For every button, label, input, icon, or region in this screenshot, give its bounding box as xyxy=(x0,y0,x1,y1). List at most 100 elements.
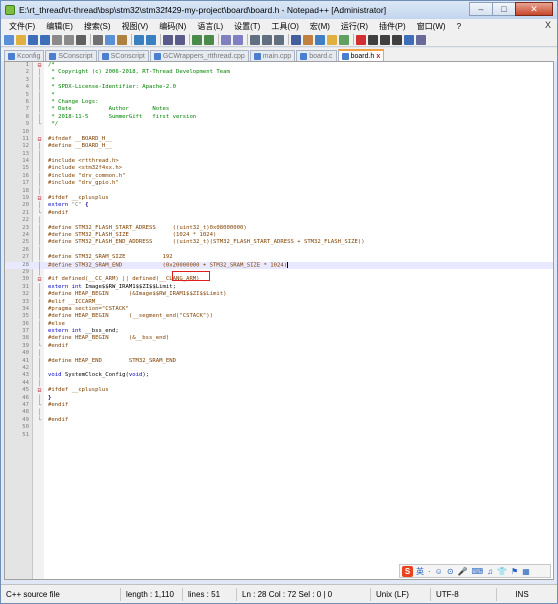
record-icon[interactable] xyxy=(356,34,366,45)
code-editor[interactable]: 1 ⊟/* 2 │ * Copyright (c) 2006-2018, RT-Thr… xyxy=(4,61,554,580)
print-icon[interactable] xyxy=(76,34,86,45)
close-icon[interactable] xyxy=(52,34,62,45)
menu-macro[interactable]: 宏(M) xyxy=(310,21,330,32)
play-multi-icon[interactable] xyxy=(392,34,402,45)
code-line[interactable]: 39 └ #endif xyxy=(5,343,553,350)
code-line[interactable]: 40 │ xyxy=(5,350,553,357)
code-line[interactable]: 12 │ #define __BOARD_H__ xyxy=(5,143,553,150)
ime-item[interactable]: 🎤 xyxy=(458,567,468,576)
code-line[interactable]: 25 │ #define STM32_FLASH_END_ADDRESS ((uin… xyxy=(5,239,553,246)
menu-language[interactable]: 语言(L) xyxy=(197,21,223,32)
zoom-out-icon[interactable] xyxy=(204,34,214,45)
code-line[interactable]: 29 │ xyxy=(5,269,553,276)
redo-icon[interactable] xyxy=(146,34,156,45)
code-line[interactable]: 51 xyxy=(5,432,553,439)
title-bar[interactable]: E:\rt_thread\rt-thread\bsp\stm32\stm32f4… xyxy=(1,1,557,19)
code-line[interactable]: 46 │} xyxy=(5,395,553,402)
close-document-icon[interactable]: X xyxy=(545,20,551,30)
ime-item[interactable]: 英 xyxy=(416,566,424,577)
save-all-icon[interactable] xyxy=(40,34,50,45)
code-line[interactable]: 1 ⊟/* xyxy=(5,62,553,69)
spell-icon[interactable] xyxy=(416,34,426,45)
tab-gcwrappers[interactable]: GCWrappers_rtthread.cpp xyxy=(149,50,249,61)
code-line[interactable]: 20 │ extern "C" { xyxy=(5,202,553,209)
folder-workspace-icon[interactable] xyxy=(327,34,337,45)
save-macro-icon[interactable] xyxy=(404,34,414,45)
code-line[interactable]: 34 │ #pragma section="CSTACK" xyxy=(5,306,553,313)
tab-main-cpp[interactable]: main.cpp xyxy=(249,50,296,61)
menu-search[interactable]: 搜索(S) xyxy=(84,21,111,32)
code-line[interactable]: 32 │ #define HEAP_BEGIN (&Image$$RW_IRAM1$… xyxy=(5,291,553,298)
paste-icon[interactable] xyxy=(117,34,127,45)
code-line[interactable]: 30 ⊟ #if defined(__CC_ARM) || defined(__CL… xyxy=(5,276,553,283)
code-line[interactable]: 18 │ xyxy=(5,188,553,195)
ime-item[interactable]: ♫ xyxy=(487,567,493,576)
replace-icon[interactable] xyxy=(175,34,185,45)
word-wrap-icon[interactable] xyxy=(250,34,260,45)
code-line[interactable]: 21 └ #endif xyxy=(5,210,553,217)
code-line[interactable]: 35 │ #define HEAP_BEGIN (__segment_end("CS… xyxy=(5,313,553,320)
code-line[interactable]: 15 │ #include <stm32f4xx.h> xyxy=(5,165,553,172)
cut-icon[interactable] xyxy=(93,34,103,45)
code-line[interactable]: 28 │ #define STM32_SRAM_END (0x20000000 + … xyxy=(5,261,553,269)
code-line[interactable]: 38 │ #define HEAP_BEGIN (&__bss_end) xyxy=(5,335,553,342)
tab-sconscript-1[interactable]: SConscript xyxy=(45,50,97,61)
play-icon[interactable] xyxy=(380,34,390,45)
code-line[interactable]: 9 └ */ xyxy=(5,121,553,128)
menu-window[interactable]: 窗口(W) xyxy=(417,21,446,32)
code-line[interactable]: 5 │ * xyxy=(5,92,553,99)
code-line[interactable]: 4 │ * SPDX-License-Identifier: Apache-2.0 xyxy=(5,84,553,91)
maximize-button[interactable]: □ xyxy=(492,2,516,16)
minimize-button[interactable]: – xyxy=(469,2,493,16)
fold-toggle-icon[interactable]: ⊟ xyxy=(36,276,43,283)
code-line[interactable]: 16 │ #include "drv_common.h" xyxy=(5,173,553,180)
code-line[interactable]: 23 │ #define STM32_FLASH_START_ADRESS ((ui… xyxy=(5,225,553,232)
ime-item[interactable]: · xyxy=(428,567,431,576)
ime-item[interactable]: ▦ xyxy=(522,567,530,576)
code-line[interactable]: 36 │ #else xyxy=(5,321,553,328)
code-line[interactable]: 44 │ xyxy=(5,380,553,387)
func-list-icon[interactable] xyxy=(315,34,325,45)
ime-item[interactable]: ☺ xyxy=(435,567,443,576)
menu-run[interactable]: 运行(R) xyxy=(341,21,368,32)
menu-file[interactable]: 文件(F) xyxy=(9,21,35,32)
code-line[interactable]: 17 │ #include "drv_gpio.h" xyxy=(5,180,553,187)
code-line[interactable]: 2 │ * Copyright (c) 2006-2018, RT-Thread … xyxy=(5,69,553,76)
code-line[interactable]: 43 │ void SystemClock_Config(void); xyxy=(5,372,553,379)
tab-board-h[interactable]: board.h x xyxy=(337,49,385,61)
menu-settings[interactable]: 设置(T) xyxy=(234,21,260,32)
tab-kconfig[interactable]: Kconfig xyxy=(4,50,45,61)
all-chars-icon[interactable] xyxy=(262,34,272,45)
code-line[interactable]: 11 ⊟ #ifndef __BOARD_H__ xyxy=(5,136,553,143)
code-line[interactable]: 42 │ xyxy=(5,365,553,372)
new-file-icon[interactable] xyxy=(4,34,14,45)
ime-item[interactable]: 👕 xyxy=(497,567,507,576)
sync-h-icon[interactable] xyxy=(233,34,243,45)
close-tab-icon[interactable]: x xyxy=(376,53,380,60)
code-line[interactable]: 22 │ xyxy=(5,217,553,224)
open-file-icon[interactable] xyxy=(16,34,26,45)
code-line[interactable]: 19 ⊟ #ifdef __cplusplus xyxy=(5,195,553,202)
copy-icon[interactable] xyxy=(105,34,115,45)
menu-plugins[interactable]: 插件(P) xyxy=(379,21,406,32)
menu-edit[interactable]: 编辑(E) xyxy=(46,21,73,32)
close-all-icon[interactable] xyxy=(64,34,74,45)
find-icon[interactable] xyxy=(163,34,173,45)
menu-tools[interactable]: 工具(O) xyxy=(271,21,299,32)
ime-item[interactable]: ⌨ xyxy=(472,567,484,576)
code-line[interactable]: 27 │ #define STM32_SRAM_SIZE 192 xyxy=(5,254,553,261)
code-line[interactable]: 14 │ #include <rtthread.h> xyxy=(5,158,553,165)
code-line[interactable]: 48 │ xyxy=(5,409,553,416)
code-line[interactable]: 47 └ #endif xyxy=(5,402,553,409)
stop-icon[interactable] xyxy=(368,34,378,45)
tab-board-c[interactable]: board.c xyxy=(296,50,337,61)
ime-item[interactable]: ⚑ xyxy=(511,567,518,576)
menu-view[interactable]: 视图(V) xyxy=(122,21,149,32)
fold-toggle-icon[interactable]: ⊟ xyxy=(36,387,43,394)
doc-map-icon[interactable] xyxy=(303,34,313,45)
ime-item[interactable]: ⊙ xyxy=(447,567,454,576)
code-line[interactable]: 6 │ * Change Logs: xyxy=(5,99,553,106)
code-line[interactable]: 41 │ #define HEAP_END STM32_SRAM_END xyxy=(5,358,553,365)
code-line[interactable]: 49 └ #endif xyxy=(5,417,553,424)
code-line[interactable]: 45 ⊟ #ifdef __cplusplus xyxy=(5,387,553,394)
